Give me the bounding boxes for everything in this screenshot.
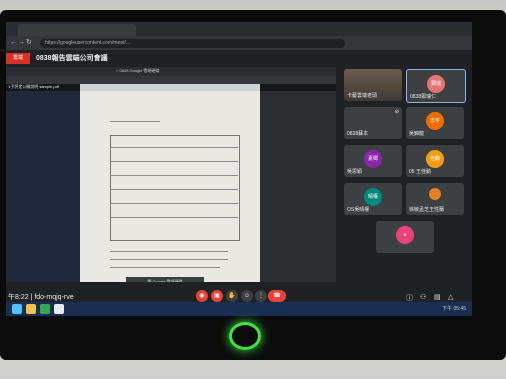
participant-tile[interactable]: 佳勳 05 王佳勳 — [406, 145, 464, 177]
participant-name: 吳思穎 — [347, 169, 363, 175]
participant-name: 0838鄭瑞仁 — [410, 94, 437, 100]
avatar: 晴權 — [364, 188, 382, 206]
participant-tile[interactable]: 素卿 吳思穎 — [344, 145, 402, 177]
text-line — [110, 161, 238, 162]
more-icon[interactable]: ⋮ — [255, 290, 267, 302]
participant-tile[interactable]: 鄭瑞 0838鄭瑞仁 — [406, 69, 466, 103]
participant-name: 徐敏孟芝王性蘭 — [409, 207, 445, 213]
people-icon[interactable]: ⚇ — [420, 293, 426, 301]
forward-icon[interactable]: → — [18, 39, 25, 47]
camera-off-icon[interactable]: ▣ — [211, 290, 223, 302]
activities-icon[interactable]: △ — [448, 293, 453, 301]
avatar: ● — [396, 226, 414, 244]
mic-off-icon[interactable]: ◉ — [196, 290, 208, 302]
shared-file-name: 1子評定公開說明 sample.pdf — [8, 84, 59, 89]
participant-name: 05 王佳勳 — [409, 169, 431, 175]
text-line — [110, 147, 238, 148]
participant-name: 吳錦龍 — [409, 131, 425, 137]
shared-right-margin — [260, 91, 336, 283]
end-call-icon[interactable]: ☎ — [268, 290, 286, 302]
chat-icon[interactable]: ▤ — [434, 293, 441, 301]
avatar — [429, 188, 441, 200]
shared-tab-label: ○ 0838 Google 雲端硬碟 — [116, 68, 160, 73]
meeting-title: 0838報告雲端公司會議 — [36, 55, 108, 62]
meet-badge: 雲端 — [6, 53, 30, 64]
text-line — [110, 175, 238, 176]
meet-header: 雲端 0838報告雲端公司會議 — [6, 50, 472, 67]
participant-tile[interactable]: 志宇 吳錦龍 — [406, 107, 464, 139]
monitor-screen: ← → ↻ https://googleusercontent.com/meet… — [6, 22, 472, 314]
emoji-icon[interactable]: ☺ — [241, 290, 253, 302]
text-line — [110, 203, 238, 204]
taskbar-clock: 下午 05:45 — [442, 306, 466, 312]
browser-tab[interactable] — [18, 24, 136, 36]
address-bar-row: ← → ↻ https://googleusercontent.com/meet… — [6, 36, 472, 50]
windows-taskbar: 下午 05:45 — [6, 302, 472, 316]
shared-side-panel — [6, 91, 80, 283]
participant-name: 0838蘇本 — [347, 131, 369, 137]
pdf-page — [80, 91, 260, 283]
presentation-area: ○ 0838 Google 雲端硬碟 1子評定公開說明 sample.pdf 開 — [6, 67, 336, 287]
participant-name: 卡藝雲端老頭 — [347, 93, 378, 99]
participant-tile[interactable]: 晴權 OS吳晴權 — [344, 183, 402, 215]
photo-background: ← → ↻ https://googleusercontent.com/meet… — [0, 0, 506, 379]
shared-bookmarks-bar — [6, 76, 336, 84]
avatar: 佳勳 — [426, 150, 444, 168]
avatar: 志宇 — [426, 112, 444, 130]
url-field[interactable]: https://googleusercontent.com/meet/... — [40, 39, 345, 48]
app-icon[interactable] — [54, 304, 64, 314]
meeting-info: 午8:22 | fdo-mqjq-rve — [8, 294, 74, 301]
folder-icon[interactable] — [26, 304, 36, 314]
text-line — [110, 251, 228, 252]
power-led-center — [240, 331, 250, 341]
start-icon[interactable] — [12, 304, 22, 314]
back-icon[interactable]: ← — [10, 39, 17, 47]
text-line — [110, 121, 160, 122]
participant-tile[interactable]: ⊘ 0838蘇本 — [344, 107, 402, 139]
shared-browser-tabs: ○ 0838 Google 雲端硬碟 — [6, 67, 336, 76]
avatar: 鄭瑞 — [427, 75, 445, 93]
participant-grid: 卡藝雲端老頭 鄭瑞 0838鄭瑞仁 ⊘ 0838蘇本 志宇 吳錦龍 素卿 吳思穎… — [336, 67, 472, 282]
mic-off-icon: ⊘ — [394, 109, 399, 115]
participant-tile[interactable]: ● — [376, 221, 434, 253]
power-button[interactable] — [229, 322, 261, 350]
document-table — [110, 135, 240, 241]
text-line — [110, 267, 220, 268]
pdf-toolbar — [80, 84, 260, 91]
reload-icon[interactable]: ↻ — [26, 39, 32, 47]
text-line — [110, 259, 228, 260]
participant-name: OS吳晴權 — [347, 207, 370, 213]
chrome-icon[interactable] — [40, 304, 50, 314]
text-line — [110, 217, 238, 218]
browser-tabstrip — [6, 22, 472, 36]
participant-tile[interactable]: 卡藝雲端老頭 — [344, 69, 402, 101]
hand-icon[interactable]: ✋ — [226, 290, 238, 302]
text-line — [110, 189, 238, 190]
meeting-code: fdo-mqjq-rve — [34, 294, 74, 301]
meeting-time: 午8:22 — [8, 294, 29, 301]
avatar: 素卿 — [364, 150, 382, 168]
participant-tile[interactable]: 徐敏孟芝王性蘭 — [406, 183, 464, 215]
